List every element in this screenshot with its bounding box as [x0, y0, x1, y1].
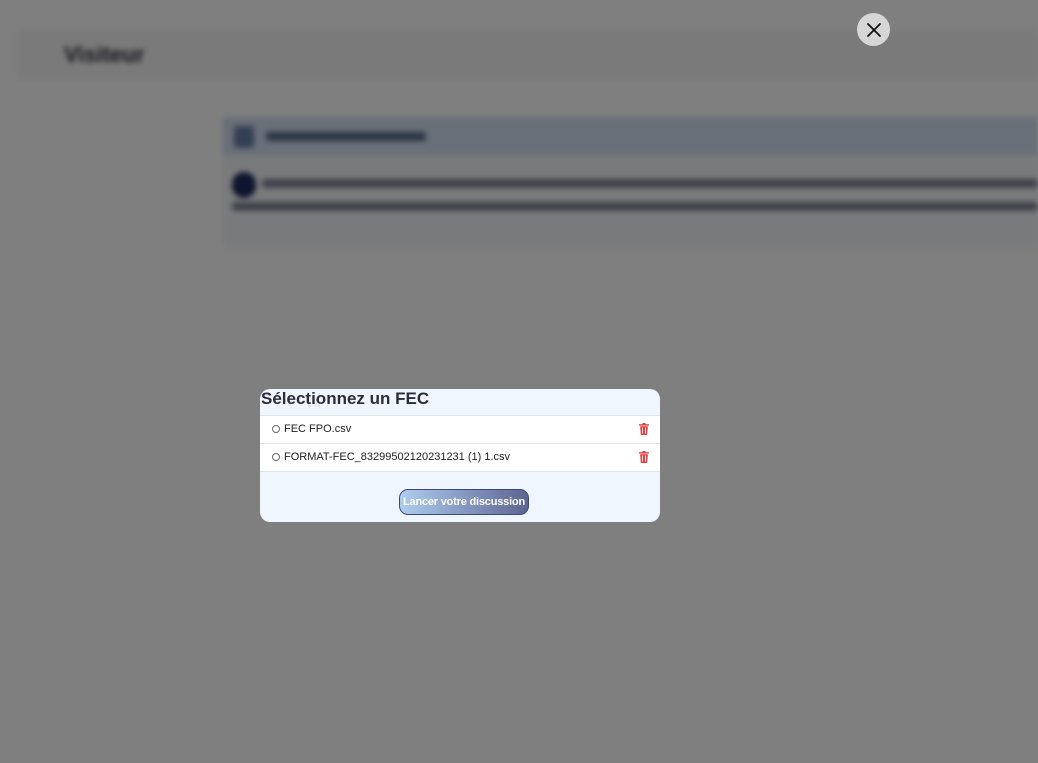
trash-icon[interactable]: [639, 423, 649, 435]
modal-overlay[interactable]: [0, 0, 1038, 763]
file-radio[interactable]: [272, 453, 280, 461]
file-radio[interactable]: [272, 425, 280, 433]
launch-discussion-button[interactable]: Lancer votre discussion: [399, 489, 529, 515]
list-item[interactable]: FEC FPO.csv: [260, 415, 660, 443]
list-item[interactable]: FORMAT-FEC_83299502120231231 (1) 1.csv: [260, 443, 660, 472]
trash-icon[interactable]: [639, 451, 649, 463]
file-name: FORMAT-FEC_83299502120231231 (1) 1.csv: [284, 451, 511, 463]
fec-select-modal: Sélectionnez un FEC FEC FPO.csv FORMAT-F…: [260, 389, 660, 522]
close-icon: [866, 22, 881, 37]
file-list: FEC FPO.csv FORMAT-FEC_83299502120231231…: [260, 415, 660, 472]
file-name: FEC FPO.csv: [284, 423, 352, 435]
close-button[interactable]: [857, 13, 890, 46]
modal-title: Sélectionnez un FEC: [261, 389, 430, 408]
